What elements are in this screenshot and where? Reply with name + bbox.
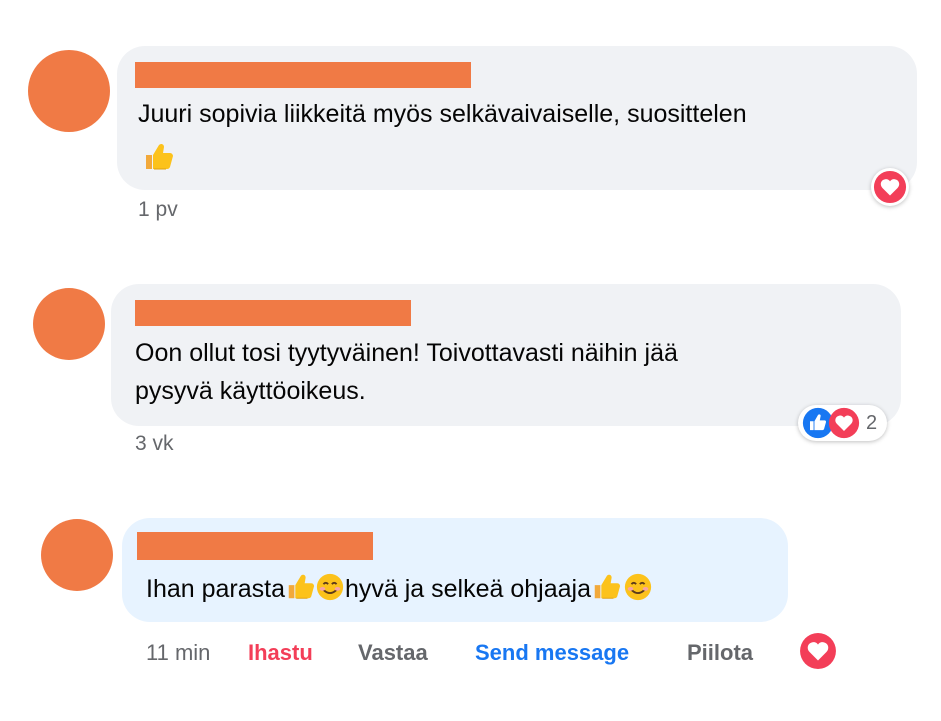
heart-icon: [828, 407, 860, 439]
thumbs-up-icon: [285, 572, 315, 602]
reaction-badge[interactable]: 2: [798, 405, 888, 441]
redacted-author-name[interactable]: [135, 62, 471, 88]
reply-button[interactable]: Vastaa: [358, 640, 428, 666]
thumbs-up-icon: [142, 141, 174, 173]
comment-timestamp[interactable]: 11 min: [146, 640, 210, 666]
heart-icon[interactable]: [799, 632, 837, 670]
comment-text-part: Ihan parasta: [146, 575, 285, 603]
avatar[interactable]: [41, 519, 113, 591]
comment-text-line: pysyvä käyttöoikeus.: [135, 377, 366, 405]
love-reaction-button[interactable]: Ihastu: [248, 640, 313, 666]
comment-timestamp[interactable]: 3 vk: [135, 432, 174, 456]
avatar[interactable]: [33, 288, 105, 360]
redacted-author-name[interactable]: [137, 532, 373, 560]
avatar[interactable]: [28, 50, 110, 132]
send-message-button[interactable]: Send message: [475, 640, 629, 666]
smiling-face-icon: [315, 572, 345, 602]
thumbs-up-icon: [591, 572, 621, 602]
comment-text: Juuri sopivia liikkeitä myös selkävaivai…: [138, 95, 747, 133]
comment-text-line: Oon ollut tosi tyytyväinen! Toivottavast…: [135, 339, 678, 367]
comment-text: Ihan parasta hyvä ja selkeä ohjaaja: [146, 570, 653, 608]
hide-button[interactable]: Piilota: [687, 640, 753, 666]
reaction-badge[interactable]: [871, 168, 909, 206]
smiling-face-icon: [623, 572, 653, 602]
reaction-count: 2: [866, 411, 878, 434]
comment-text-body: Juuri sopivia liikkeitä myös selkävaivai…: [138, 100, 747, 128]
comment-text-part: hyvä ja selkeä ohjaaja: [345, 575, 591, 603]
comment-timestamp[interactable]: 1 pv: [138, 198, 178, 222]
redacted-author-name[interactable]: [135, 300, 411, 326]
heart-icon: [873, 170, 907, 204]
